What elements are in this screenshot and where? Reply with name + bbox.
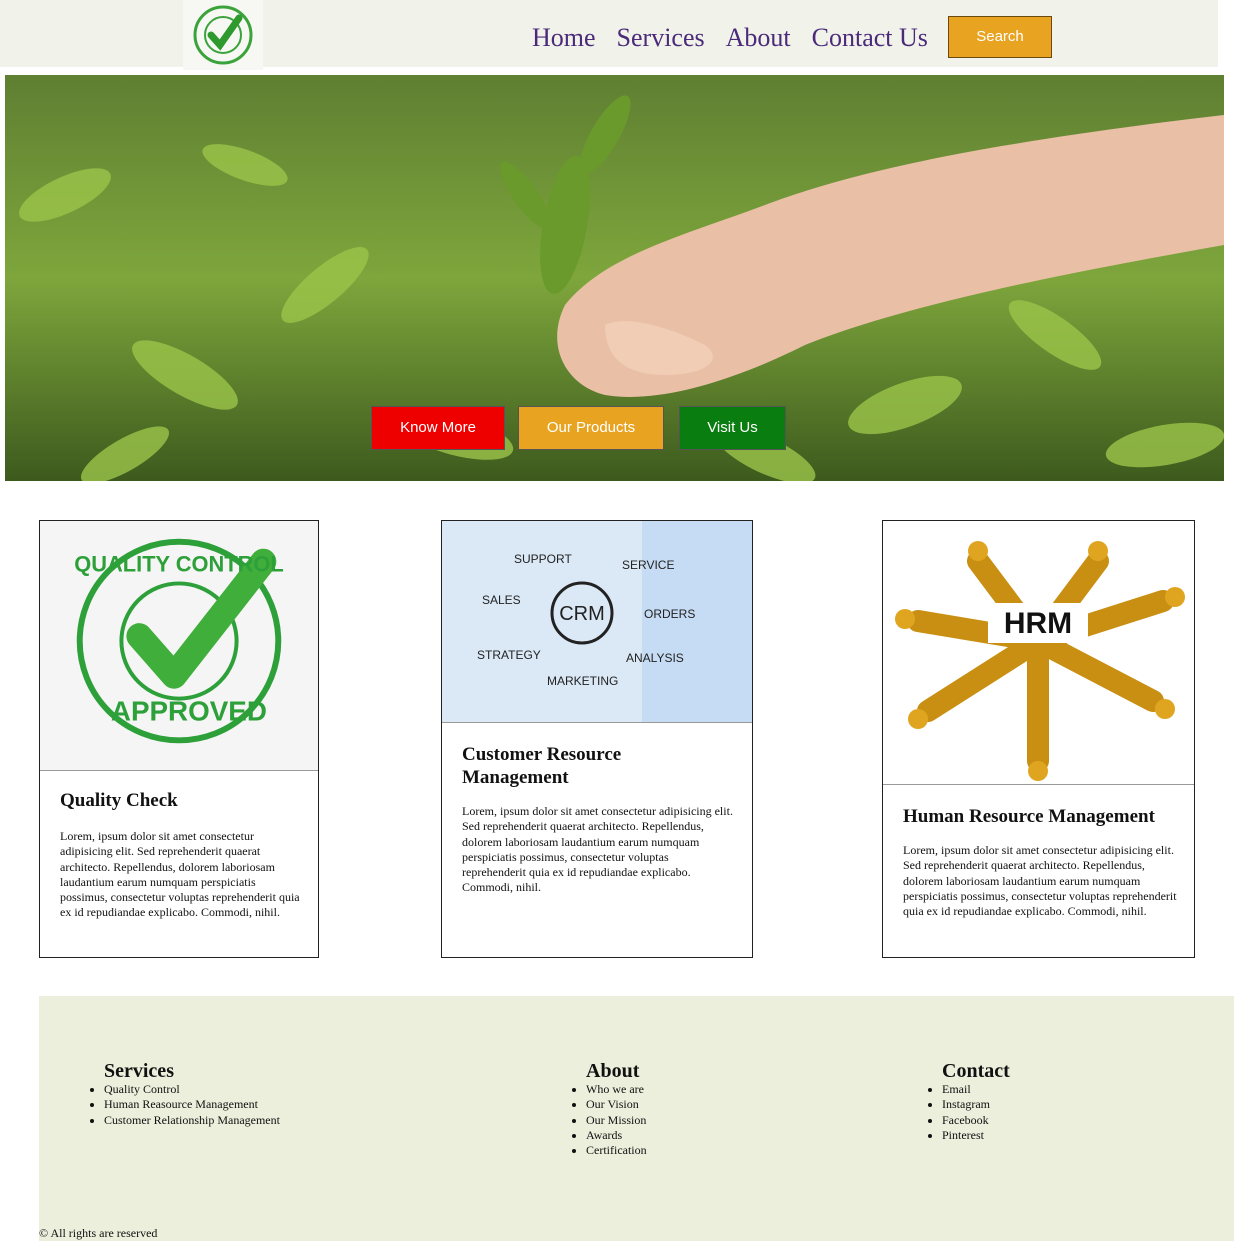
crm-center-label: CRM: [559, 603, 605, 625]
approved-stamp-icon: [193, 5, 253, 65]
crm-label-service: SERVICE: [622, 558, 674, 572]
footer-link[interactable]: Who we are: [586, 1082, 647, 1097]
hrm-image: HRM: [883, 521, 1194, 785]
quality-check-card: QUALITY CONTROL APPROVED Quality Check L…: [39, 520, 319, 958]
nav-link-contact-us[interactable]: Contact Us: [812, 22, 928, 54]
crm-label-analysis: ANALYSIS: [626, 651, 684, 665]
search-button[interactable]: Search: [948, 16, 1052, 58]
footer-link[interactable]: Instagram: [942, 1097, 1010, 1112]
footer-about-list: Who we are Our Vision Our Mission Awards…: [568, 1082, 647, 1158]
svg-text:QUALITY CONTROL: QUALITY CONTROL: [74, 552, 283, 577]
hrm-people-circle-icon: HRM: [895, 541, 1185, 781]
footer-heading: Services: [104, 1060, 174, 1082]
footer-services-column: Services Quality Control Human Reasource…: [87, 1060, 280, 1128]
human-resource-management-card: HRM Human Resource Management Lorem, ips…: [882, 520, 1195, 958]
footer-link[interactable]: Awards: [586, 1128, 647, 1143]
crm-diagram-icon: CRM SUPPORT SERVICE SALES ORDERS STRATEG…: [477, 521, 752, 722]
nav-links: Home Services About Contact Us: [532, 22, 949, 54]
footer-about-column: About Who we are Our Vision Our Mission …: [568, 1060, 647, 1158]
hrm-label: HRM: [1004, 607, 1072, 640]
copyright-text: © All rights are reserved: [39, 1226, 158, 1240]
footer-link[interactable]: Human Reasource Management: [104, 1097, 280, 1112]
card-text: Lorem, ipsum dolor sit amet consectetur …: [60, 829, 300, 920]
footer-heading: Contact: [942, 1060, 1010, 1082]
quality-control-stamp-image: QUALITY CONTROL APPROVED: [40, 521, 318, 771]
customer-resource-management-card: CRM SUPPORT SERVICE SALES ORDERS STRATEG…: [441, 520, 753, 958]
card-text: Lorem, ipsum dolor sit amet consectetur …: [903, 843, 1177, 919]
crm-label-support: SUPPORT: [514, 552, 572, 566]
footer-services-list: Quality Control Human Reasource Manageme…: [39, 1082, 280, 1128]
crm-label-marketing: MARKETING: [547, 674, 618, 688]
approved-stamp-icon: QUALITY CONTROL APPROVED: [74, 538, 284, 744]
footer-contact-list: Email Instagram Facebook Pinterest: [924, 1082, 1010, 1143]
card-title: Human Resource Management: [903, 806, 1155, 827]
crm-label-orders: ORDERS: [644, 607, 695, 621]
our-products-button[interactable]: Our Products: [518, 406, 664, 450]
card-text: Lorem, ipsum dolor sit amet consectetur …: [462, 804, 733, 895]
footer-link[interactable]: Customer Relationship Management: [104, 1113, 280, 1128]
footer-link[interactable]: Email: [942, 1082, 1010, 1097]
hero-banner: Know More Our Products Visit Us: [5, 75, 1224, 481]
footer-heading: About: [586, 1060, 640, 1082]
footer: Services Quality Control Human Reasource…: [39, 996, 1234, 1241]
crm-label-strategy: STRATEGY: [477, 648, 541, 662]
svg-text:APPROVED: APPROVED: [111, 695, 267, 726]
visit-us-button[interactable]: Visit Us: [679, 406, 786, 450]
crm-diagram-image: CRM SUPPORT SERVICE SALES ORDERS STRATEG…: [442, 521, 752, 723]
quality-approved-logo[interactable]: [183, 0, 263, 70]
navbar: Home Services About Contact Us Search: [0, 0, 1218, 70]
nav-link-about[interactable]: About: [726, 22, 791, 54]
card-title: Quality Check: [60, 790, 178, 811]
footer-link[interactable]: Our Vision: [586, 1097, 647, 1112]
card-title: Customer Resource Management: [462, 744, 622, 788]
footer-link[interactable]: Pinterest: [942, 1128, 1010, 1143]
know-more-button[interactable]: Know More: [371, 406, 505, 450]
crm-label-sales: SALES: [482, 593, 521, 607]
footer-link[interactable]: Our Mission: [586, 1113, 647, 1128]
footer-contact-column: Contact Email Instagram Facebook Pintere…: [924, 1060, 1010, 1143]
footer-link[interactable]: Quality Control: [104, 1082, 280, 1097]
nav-link-services[interactable]: Services: [617, 22, 705, 54]
footer-link[interactable]: Certification: [586, 1143, 647, 1158]
nav-link-home[interactable]: Home: [532, 22, 596, 54]
footer-link[interactable]: Facebook: [942, 1113, 1010, 1128]
